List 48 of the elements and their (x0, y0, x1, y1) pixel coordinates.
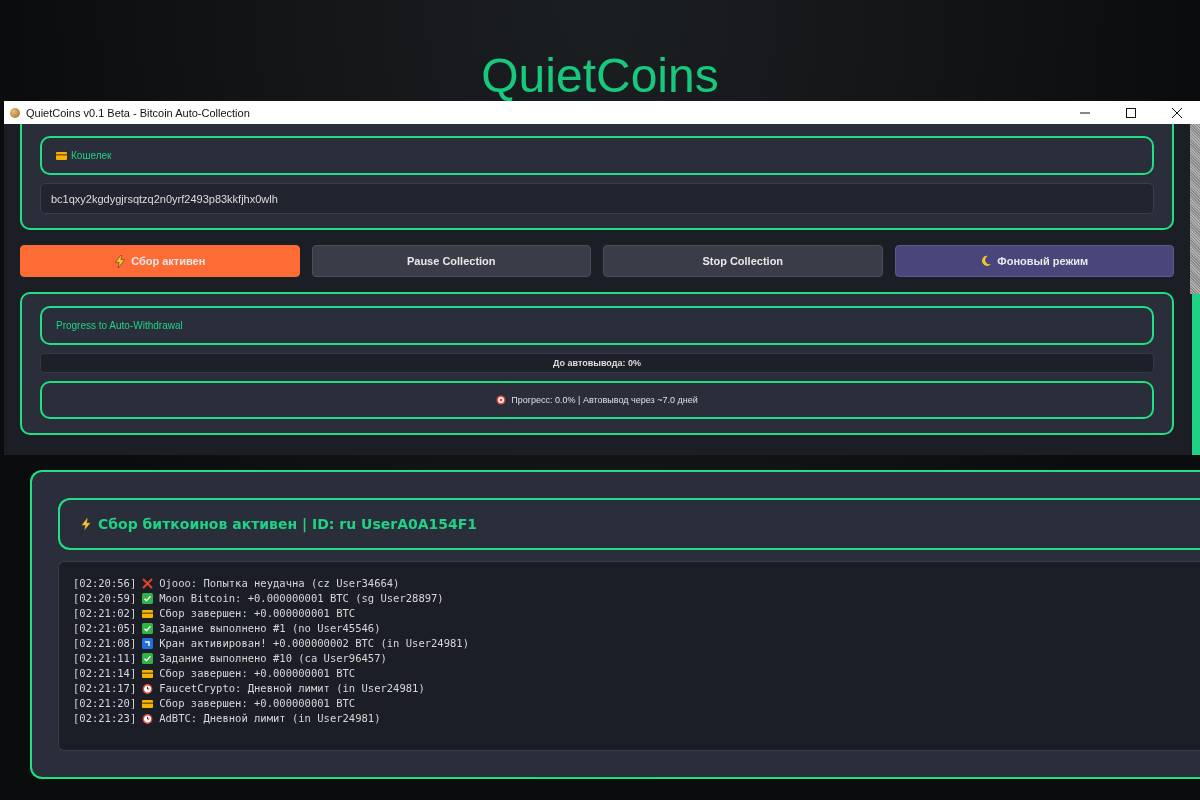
card-icon (142, 699, 154, 708)
log-message: Ojooo: Попытка неудачна (cz User34664) (159, 576, 400, 591)
check-icon (142, 593, 154, 604)
card-icon (142, 609, 154, 618)
window-title: QuietCoins v0.1 Beta - Bitcoin Auto-Collection (26, 106, 250, 119)
log-time: [02:21:23] (73, 711, 137, 726)
log-message: Сбор завершен: +0.000000001 BTC (159, 696, 356, 711)
log-time: [02:21:11] (73, 651, 137, 666)
log-message: AdBTC: Дневной лимит (in User24981) (159, 711, 381, 726)
alarm-clock-icon (142, 713, 154, 724)
close-icon (1172, 107, 1182, 118)
log-message: Сбор завершен: +0.000000001 BTC (159, 666, 356, 681)
collection-button[interactable]: Pause Collection (311, 245, 591, 277)
log-message: Moon Bitcoin: +0.000000001 BTC (sg User28897) (159, 591, 444, 606)
cross-icon (142, 578, 154, 589)
app-headline: QuietCoins (481, 50, 719, 102)
progress-bar-label: До автовывода: 0% (553, 358, 641, 368)
log-header-title: Сбор биткоинов активен | ID: ru UserA0A154F1 (98, 516, 478, 532)
collection-button[interactable]: Stop Collection (603, 245, 883, 277)
app-icon (10, 107, 20, 118)
check-icon (142, 653, 154, 664)
target-icon (496, 395, 507, 405)
card-icon (142, 669, 154, 678)
log-message: Задание выполнено #10 (ca User96457) (159, 651, 387, 666)
moon-icon (980, 255, 993, 267)
log-time: [02:21:02] (73, 606, 137, 621)
log-time: [02:21:05] (73, 621, 137, 636)
card-icon (56, 151, 67, 160)
wallet-label: Кошелек (71, 150, 112, 161)
log-time: [02:20:59] (73, 591, 137, 606)
log-message: FaucetCrypto: Дневной лимит (in User24981) (159, 681, 425, 696)
log-time: [02:21:08] (73, 636, 137, 651)
wallet-address-field[interactable]: bc1qxy2kgdygjrsqtzq2n0yrf2493p83kkfjhx0wlh (40, 183, 1154, 214)
alarm-clock-icon (142, 683, 154, 694)
log-time: [02:20:56] (73, 576, 137, 591)
check-icon (142, 623, 154, 634)
log-time: [02:21:14] (73, 666, 137, 681)
lightning-icon (114, 254, 127, 268)
lightning-icon (80, 517, 92, 531)
collection-button[interactable]: Фоновый режим (894, 245, 1174, 277)
log-time: [02:21:20] (73, 696, 137, 711)
log-message: Кран активирован! +0.000000002 BTC (in User24981) (159, 636, 469, 651)
log-time: [02:21:17] (73, 681, 137, 696)
progress-title: Progress to Auto-Withdrawal (56, 320, 183, 331)
log-message: Задание выполнено #1 (no User45546) (159, 621, 381, 636)
maximize-icon (1126, 107, 1136, 118)
log-message: Сбор завершен: +0.000000001 BTC (159, 606, 356, 621)
progress-status: Прогресс: 0.0% | Автовывод через ~7.0 дней (511, 395, 698, 405)
